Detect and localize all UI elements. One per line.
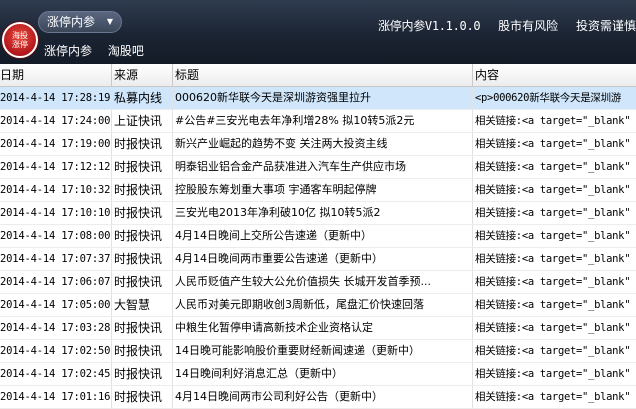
source-cell: 时报快讯 bbox=[112, 179, 173, 201]
title-cell: 4月14日晚间两市重要公告速递（更新中） bbox=[173, 248, 473, 270]
caution-notice: 投资需谨慎 bbox=[575, 19, 636, 33]
chevron-down-icon: ▼ bbox=[106, 17, 113, 26]
date-cell: 2014-4-14 17:24:00 bbox=[0, 110, 112, 132]
table-row[interactable]: 2014-4-14 17:02:45 时报快讯 14日晚间利好消息汇总（更新中） 相关… bbox=[0, 363, 636, 386]
date-cell: 2014-4-14 17:06:07 bbox=[0, 271, 112, 293]
source-cell: 时报快讯 bbox=[112, 133, 173, 155]
date-cell: 2014-4-14 17:19:00 bbox=[0, 133, 112, 155]
table-row[interactable]: 2014-4-14 17:28:19 私募内线 000620新华联今天是深圳游资强里… bbox=[0, 87, 636, 110]
table-row[interactable]: 2014-4-14 17:01:16 时报快讯 4月14日晚间两市公司利好公告（更新… bbox=[0, 386, 636, 409]
title-cell: 4月14日晚间两市公司利好公告（更新中） bbox=[173, 386, 473, 408]
source-cell: 时报快讯 bbox=[112, 386, 173, 408]
table-row[interactable]: 2014-4-14 17:10:32 时报快讯 控股股东筹划重大事项 宇通客车明起停… bbox=[0, 179, 636, 202]
title-cell: 中粮生化暂停申请高新技术企业资格认定 bbox=[173, 317, 473, 339]
table-row[interactable]: 2014-4-14 17:10:10 时报快讯 三安光电2013年净利破10亿 拟1… bbox=[0, 202, 636, 225]
date-cell: 2014-4-14 17:02:50 bbox=[0, 340, 112, 362]
content-cell: 相关链接:<a target="_blank" bbox=[475, 345, 631, 357]
column-header-title[interactable]: 标题 bbox=[173, 64, 473, 86]
nav-link-zhangting[interactable]: 涨停内参 bbox=[44, 44, 92, 58]
content-cell: 相关链接:<a target="_blank" bbox=[475, 368, 631, 380]
title-cell: 新兴产业崛起的趋势不变 关注两大投资主线 bbox=[173, 133, 473, 155]
date-cell: 2014-4-14 17:03:28 bbox=[0, 317, 112, 339]
table-row[interactable]: 2014-4-14 17:07:37 时报快讯 4月14日晚间两市重要公告速递（更新… bbox=[0, 248, 636, 271]
date-cell: 2014-4-14 17:05:00 bbox=[0, 294, 112, 316]
table-row[interactable]: 2014-4-14 17:03:28 时报快讯 中粮生化暂停申请高新技术企业资格认定… bbox=[0, 317, 636, 340]
source-cell: 时报快讯 bbox=[112, 340, 173, 362]
logo-line-1: 海投 bbox=[12, 31, 28, 40]
nav-links: 涨停内参 淘股吧 bbox=[44, 42, 156, 59]
column-header-content[interactable]: 内容 bbox=[473, 64, 636, 86]
content-cell: 相关链接:<a target="_blank" bbox=[475, 184, 631, 196]
date-cell: 2014-4-14 17:01:16 bbox=[0, 386, 112, 408]
title-cell: 000620新华联今天是深圳游资强里拉升 bbox=[173, 87, 473, 109]
header-info: 涨停内参V1.1.0.0 股市有风险 投资需谨慎 bbox=[364, 17, 636, 34]
date-cell: 2014-4-14 17:02:45 bbox=[0, 363, 112, 385]
date-cell: 2014-4-14 17:12:12 bbox=[0, 156, 112, 178]
content-cell: 相关链接:<a target="_blank" bbox=[475, 276, 631, 288]
content-cell: 相关链接:<a target="_blank" bbox=[475, 161, 631, 173]
content-cell: 相关链接:<a target="_blank" bbox=[475, 138, 631, 150]
nav-link-taoguba[interactable]: 淘股吧 bbox=[108, 44, 144, 58]
title-bar: 海投 涨停 涨停内参 ▼ 涨停内参 淘股吧 涨停内参V1.1.0.0 股市有风险… bbox=[0, 0, 636, 64]
date-cell: 2014-4-14 17:08:00 bbox=[0, 225, 112, 247]
title-cell: 控股股东筹划重大事项 宇通客车明起停牌 bbox=[173, 179, 473, 201]
content-cell: 相关链接:<a target="_blank" bbox=[475, 207, 631, 219]
source-cell: 时报快讯 bbox=[112, 271, 173, 293]
column-header-source[interactable]: 来源 bbox=[112, 64, 173, 86]
content-cell: 相关链接:<a target="_blank" bbox=[475, 322, 631, 334]
content-cell: 相关链接:<a target="_blank" bbox=[475, 299, 631, 311]
version-label: 涨停内参V1.1.0.0 bbox=[378, 19, 481, 33]
content-cell: 相关链接:<a target="_blank" bbox=[475, 115, 631, 127]
table-row[interactable]: 2014-4-14 17:05:00 大智慧 人民币对美元即期收创3周新低，尾盘汇价… bbox=[0, 294, 636, 317]
source-cell: 时报快讯 bbox=[112, 317, 173, 339]
title-cell: 人民币贬值产生较大公允价值损失 长城开发首季预... bbox=[173, 271, 473, 293]
table-row[interactable]: 2014-4-14 17:08:00 时报快讯 4月14日晚间上交所公告速递（更新中… bbox=[0, 225, 636, 248]
table-row[interactable]: 2014-4-14 17:12:12 时报快讯 明泰铝业铝合金产品获准进入汽车生产供… bbox=[0, 156, 636, 179]
source-cell: 时报快讯 bbox=[112, 156, 173, 178]
title-cell: 明泰铝业铝合金产品获准进入汽车生产供应市场 bbox=[173, 156, 473, 178]
app-logo-icon: 海投 涨停 bbox=[2, 22, 38, 58]
date-cell: 2014-4-14 17:10:10 bbox=[0, 202, 112, 224]
title-cell: 三安光电2013年净利破10亿 拟10转5派2 bbox=[173, 202, 473, 224]
source-cell: 时报快讯 bbox=[112, 202, 173, 224]
source-cell: 时报快讯 bbox=[112, 225, 173, 247]
content-cell: 相关链接:<a target="_blank" bbox=[475, 230, 631, 242]
content-cell: 相关链接:<a target="_blank" bbox=[475, 391, 631, 403]
table-row[interactable]: 2014-4-14 17:06:07 时报快讯 人民币贬值产生较大公允价值损失 长城… bbox=[0, 271, 636, 294]
source-cell: 私募内线 bbox=[112, 87, 173, 109]
logo-line-2: 涨停 bbox=[12, 40, 28, 49]
risk-notice: 股市有风险 bbox=[498, 19, 559, 33]
table-header: 日期 来源 标题 内容 bbox=[0, 64, 636, 87]
date-cell: 2014-4-14 17:07:37 bbox=[0, 248, 112, 270]
app-menu-label: 涨停内参 bbox=[47, 15, 96, 29]
title-cell: 14日晚间利好消息汇总（更新中） bbox=[173, 363, 473, 385]
app-menu-dropdown[interactable]: 涨停内参 ▼ bbox=[38, 11, 122, 33]
title-cell: 人民币对美元即期收创3周新低，尾盘汇价快速回落 bbox=[173, 294, 473, 316]
date-cell: 2014-4-14 17:10:32 bbox=[0, 179, 112, 201]
source-cell: 上证快讯 bbox=[112, 110, 173, 132]
source-cell: 时报快讯 bbox=[112, 363, 173, 385]
source-cell: 大智慧 bbox=[112, 294, 173, 316]
title-cell: 4月14日晚间上交所公告速递（更新中） bbox=[173, 225, 473, 247]
title-cell: 14日晚可能影响股价重要财经新闻速递（更新中） bbox=[173, 340, 473, 362]
table-row[interactable]: 2014-4-14 17:19:00 时报快讯 新兴产业崛起的趋势不变 关注两大投资… bbox=[0, 133, 636, 156]
title-cell: #公告#三安光电去年净利增28% 拟10转5派2元 bbox=[173, 110, 473, 132]
column-header-date[interactable]: 日期 bbox=[0, 64, 112, 86]
date-cell: 2014-4-14 17:28:19 bbox=[0, 87, 112, 109]
table-row[interactable]: 2014-4-14 17:02:50 时报快讯 14日晚可能影响股价重要财经新闻速递… bbox=[0, 340, 636, 363]
content-cell: <p>000620新华联今天是深圳游 bbox=[475, 92, 621, 104]
table-row[interactable]: 2014-4-14 17:24:00 上证快讯 #公告#三安光电去年净利增28% 拟… bbox=[0, 110, 636, 133]
content-cell: 相关链接:<a target="_blank" bbox=[475, 253, 631, 265]
source-cell: 时报快讯 bbox=[112, 248, 173, 270]
